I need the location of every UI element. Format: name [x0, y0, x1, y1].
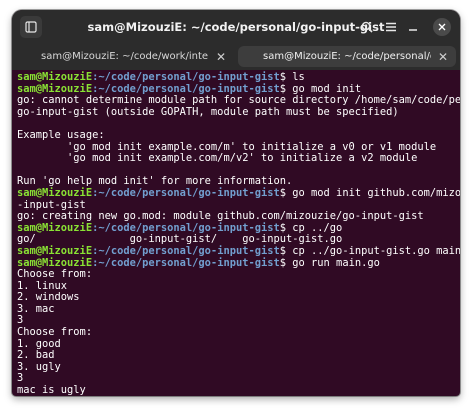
- new-tab-button[interactable]: [20, 16, 42, 38]
- output-line: 3. mac: [17, 302, 55, 315]
- search-button[interactable]: [356, 16, 378, 38]
- command-text: cp ../go: [286, 221, 343, 234]
- tab-close-icon[interactable]: ✕: [216, 50, 226, 64]
- command-text: go run main.go: [286, 256, 380, 269]
- minimize-icon: [409, 29, 417, 31]
- output-line: 1. linux: [17, 279, 68, 292]
- prompt-user: sam@MizouziE: [17, 244, 93, 257]
- output-line: 1. good: [17, 337, 61, 350]
- command-text: cp ../go-input-gist.go main.go: [292, 244, 460, 257]
- output-line: 3. ugly: [17, 360, 61, 373]
- minimize-button[interactable]: [402, 16, 424, 38]
- tab-close-icon[interactable]: ✕: [438, 50, 448, 64]
- prompt-path: :~/code/personal/go-input-gist: [92, 71, 280, 83]
- output-line: Choose from:: [17, 326, 93, 339]
- prompt-path: :~/code/personal/go-input-gist: [92, 256, 280, 269]
- output-line: go-input-gist (outside GOPATH, module pa…: [17, 105, 399, 118]
- title-bar[interactable]: sam@MizouziE: ~/code/personal/go-input-g…: [12, 10, 460, 44]
- terminal-output[interactable]: sam@MizouziE:~/code/personal/go-input-gi…: [12, 70, 460, 396]
- command-text: ls: [286, 71, 305, 83]
- prompt-path: :~/code/personal/go-input-gist: [92, 221, 280, 234]
- output-line: 'go mod init example.com/m/v2' to initia…: [17, 152, 418, 165]
- prompt-user: sam@MizouziE: [17, 256, 93, 269]
- prompt-path: :~/code/personal/go-input-gist: [92, 186, 280, 199]
- prompt-path: :~/code/personal/go-input-gist: [92, 244, 280, 257]
- new-tab-icon: [25, 21, 37, 33]
- close-button[interactable]: [433, 18, 451, 36]
- prompt-line: sam@MizouziE:~/code/personal/go-input-gi…: [17, 186, 460, 200]
- output-line: mac is ugly: [17, 384, 86, 396]
- prompt-user: sam@MizouziE: [17, 186, 93, 199]
- tab-label: sam@MizouziE: ~/code/work/intelli/c...: [41, 51, 209, 62]
- command-text: go mod init: [286, 82, 362, 95]
- terminal-window: sam@MizouziE: ~/code/personal/go-input-g…: [12, 10, 460, 396]
- tab-label: sam@MizouziE: ~/code/personal/go-i...: [263, 51, 431, 62]
- menu-button[interactable]: [380, 16, 402, 38]
- command-text: go mod init github.com/mizouzie/go: [292, 186, 460, 199]
- window-title: sam@MizouziE: ~/code/personal/go-input-g…: [87, 20, 385, 34]
- output-line: 2. bad: [17, 349, 55, 362]
- tab-bar: sam@MizouziE: ~/code/work/intelli/c... ✕…: [12, 44, 460, 70]
- tab-go-input-gist[interactable]: sam@MizouziE: ~/code/personal/go-i... ✕: [238, 46, 456, 67]
- prompt-path: :~/code/personal/go-input-gist: [92, 82, 280, 95]
- search-icon: [361, 21, 373, 33]
- output-line: Example usage:: [17, 128, 105, 141]
- prompt-user: sam@MizouziE: [17, 82, 93, 95]
- output-line: Choose from:: [17, 268, 93, 281]
- prompt-user: sam@MizouziE: [17, 71, 93, 83]
- prompt-user: sam@MizouziE: [17, 221, 93, 234]
- tab-work-intelli[interactable]: sam@MizouziE: ~/code/work/intelli/c... ✕: [16, 46, 234, 67]
- hamburger-menu-icon: [386, 22, 396, 32]
- output-line: 2. windows: [17, 291, 80, 304]
- close-icon: [438, 23, 446, 31]
